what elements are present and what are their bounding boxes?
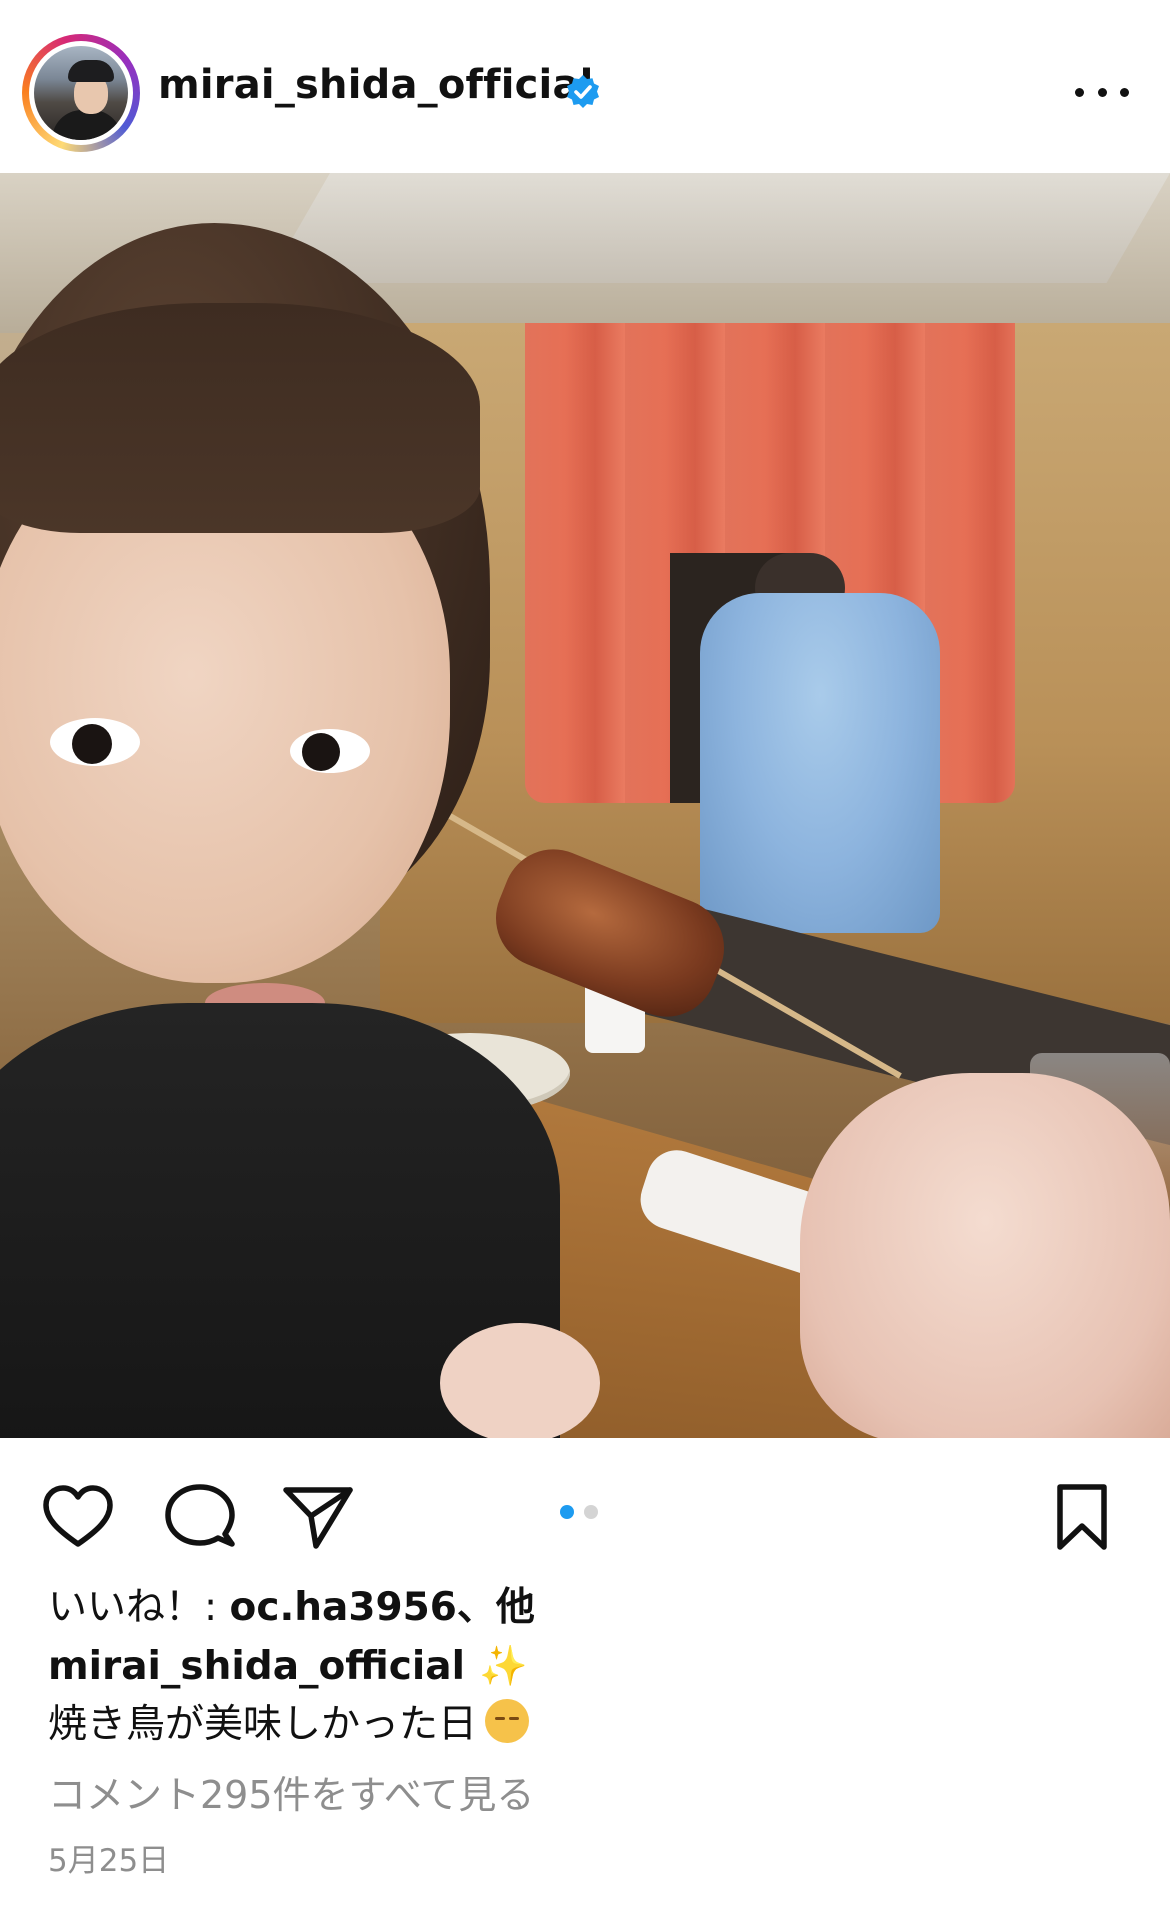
post-details: いいね！: oc.ha3956、他 mirai_shida_official ✨ … — [48, 1580, 1128, 1886]
hand — [800, 1073, 1170, 1438]
username[interactable]: mirai_shida_official — [158, 62, 594, 108]
likes-text: oc.ha3956、他 — [229, 1585, 535, 1630]
carousel-dot-active — [560, 1505, 574, 1519]
bookmark-icon[interactable] — [1044, 1482, 1120, 1552]
avatar[interactable] — [22, 34, 140, 152]
comment-icon[interactable] — [162, 1482, 238, 1552]
more-options-icon[interactable] — [1075, 70, 1129, 114]
caption-username[interactable]: mirai_shida_official — [48, 1644, 465, 1689]
action-bar — [0, 1438, 1170, 1588]
post-date: 5月25日 — [48, 1843, 170, 1879]
likes-prefix: いいね！: — [48, 1585, 230, 1630]
chef-figure — [700, 593, 940, 933]
carousel-indicator — [560, 1505, 598, 1519]
caption-text: 焼き鳥が美味しかった日 — [48, 1702, 478, 1747]
sparkles-emoji: ✨ — [478, 1644, 528, 1689]
avatar-image — [34, 46, 128, 140]
heart-icon[interactable] — [40, 1482, 116, 1552]
caption-header: mirai_shida_official ✨ — [48, 1638, 1128, 1696]
carousel-dot — [584, 1505, 598, 1519]
view-all-comments-link[interactable]: コメント295件をすべて見る — [48, 1766, 1128, 1824]
caption-text-line: 焼き鳥が美味しかった日 — [48, 1696, 1128, 1754]
verified-badge-icon — [567, 75, 599, 108]
post-photo[interactable] — [0, 173, 1170, 1438]
likes-summary[interactable]: いいね！: oc.ha3956、他 — [48, 1580, 1128, 1636]
post-header: mirai_shida_official — [0, 0, 1170, 172]
relieved-face-emoji-icon — [485, 1699, 530, 1743]
instagram-post: mirai_shida_official いいね！: oc.ha3956、他 m… — [0, 0, 1170, 1905]
send-icon[interactable] — [280, 1482, 356, 1552]
